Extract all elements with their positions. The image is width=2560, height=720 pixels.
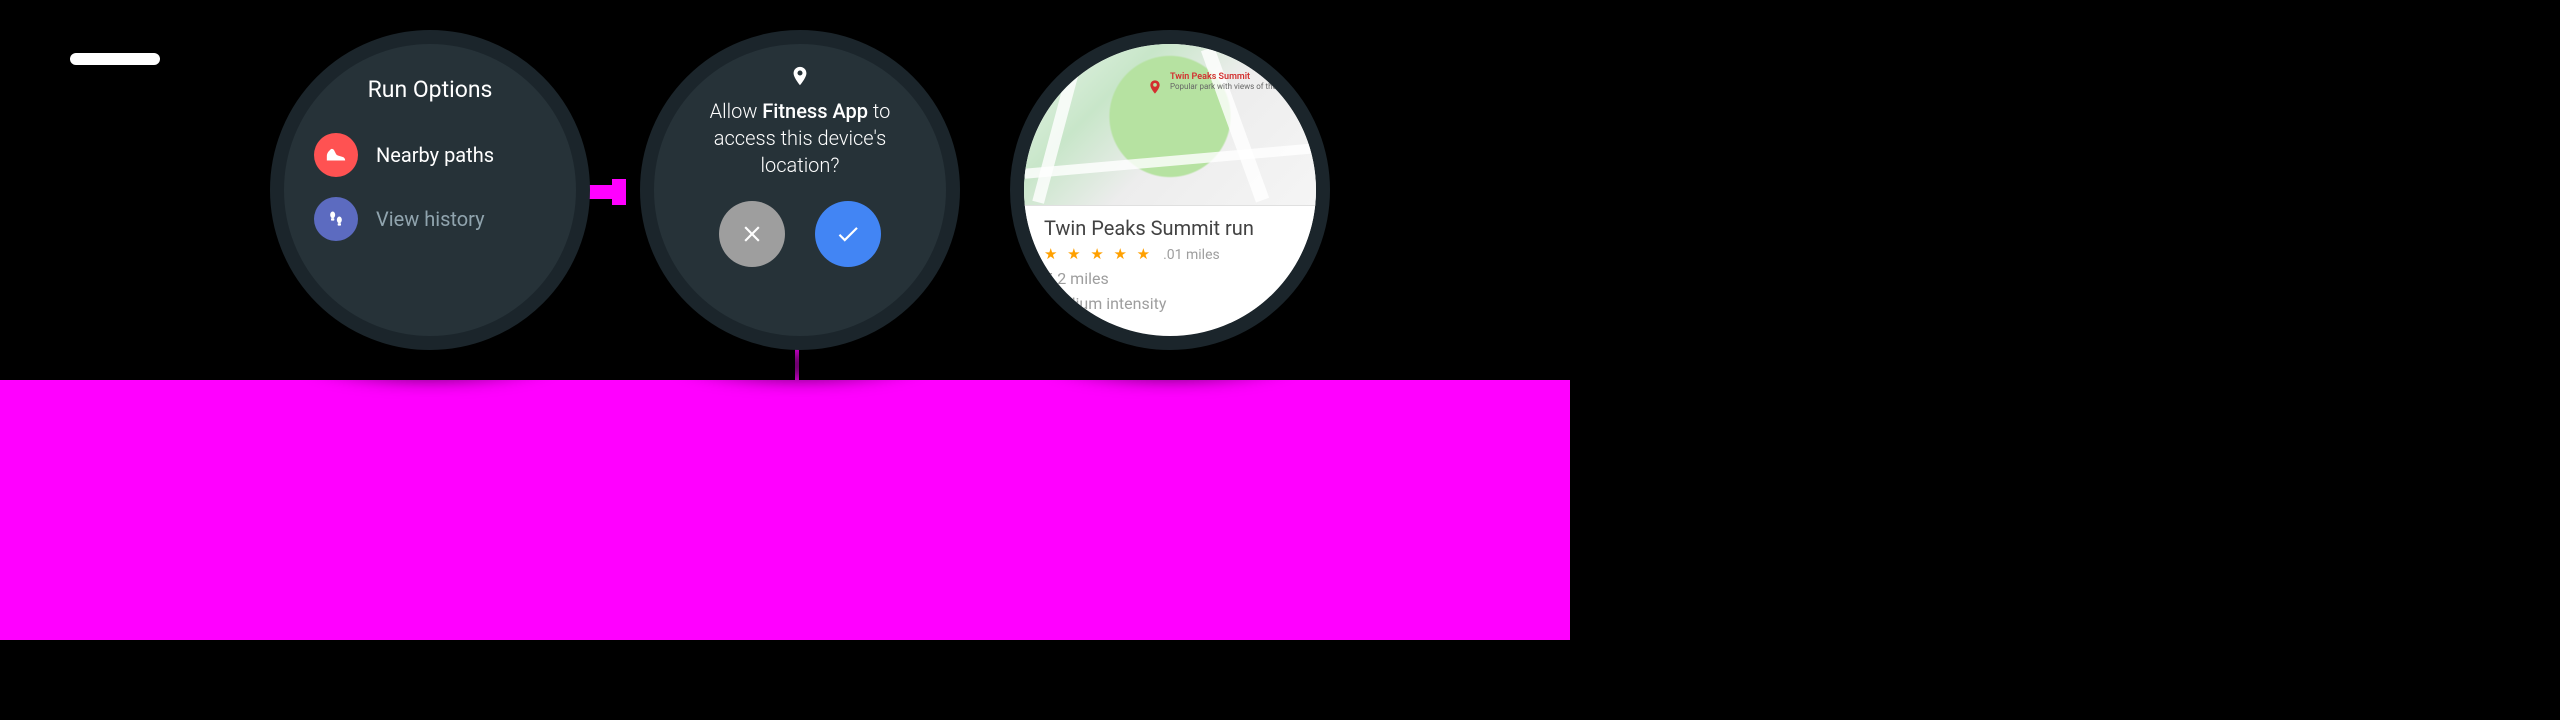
footsteps-icon: [314, 197, 358, 241]
highlight-strip: [0, 380, 1570, 640]
prompt-text-pre: Allow: [710, 99, 763, 123]
star-rating: ★ ★ ★ ★ ★: [1044, 245, 1153, 263]
watch-permission-dialog: Allow Fitness App to access this device'…: [640, 30, 960, 350]
map-label-title: Twin Peaks Summit: [1170, 72, 1250, 82]
menu-item-view-history[interactable]: View history: [284, 187, 576, 251]
map-label-sub: Popular park with views of the Bay Area: [1170, 82, 1310, 91]
decorative-dash: [70, 53, 160, 65]
result-card[interactable]: Twin Peaks Summit run ★ ★ ★ ★ ★ .01 mile…: [1024, 205, 1316, 323]
close-icon: [739, 221, 765, 247]
result-title: Twin Peaks Summit run: [1044, 216, 1296, 240]
menu-item-label: Nearby paths: [376, 143, 494, 167]
prompt-app-name: Fitness App: [762, 99, 868, 123]
map-view[interactable]: Twin Peaks Summit Popular park with view…: [1024, 44, 1316, 205]
menu-item-nearby-paths[interactable]: Nearby paths: [284, 123, 576, 187]
shoe-icon: [314, 133, 358, 177]
check-icon: [835, 221, 861, 247]
menu-item-label: View history: [376, 207, 485, 231]
distance-total: 5.2 miles: [1044, 269, 1296, 288]
watch-run-options: Run Options Nearby paths View history: [270, 30, 590, 350]
allow-button[interactable]: [815, 201, 881, 267]
location-pin-icon: [654, 62, 946, 90]
intensity-label: Medium intensity: [1044, 294, 1296, 313]
screen-title: Run Options: [284, 76, 576, 103]
deny-button[interactable]: [719, 201, 785, 267]
watch-map-result: Twin Peaks Summit Popular park with view…: [1010, 30, 1330, 350]
map-label: Twin Peaks Summit Popular park with view…: [1170, 73, 1310, 93]
permission-buttons: [654, 201, 946, 267]
distance-near: .01 miles: [1163, 247, 1220, 263]
permission-prompt: Allow Fitness App to access this device'…: [654, 90, 946, 179]
map-pin-icon: [1147, 76, 1163, 98]
